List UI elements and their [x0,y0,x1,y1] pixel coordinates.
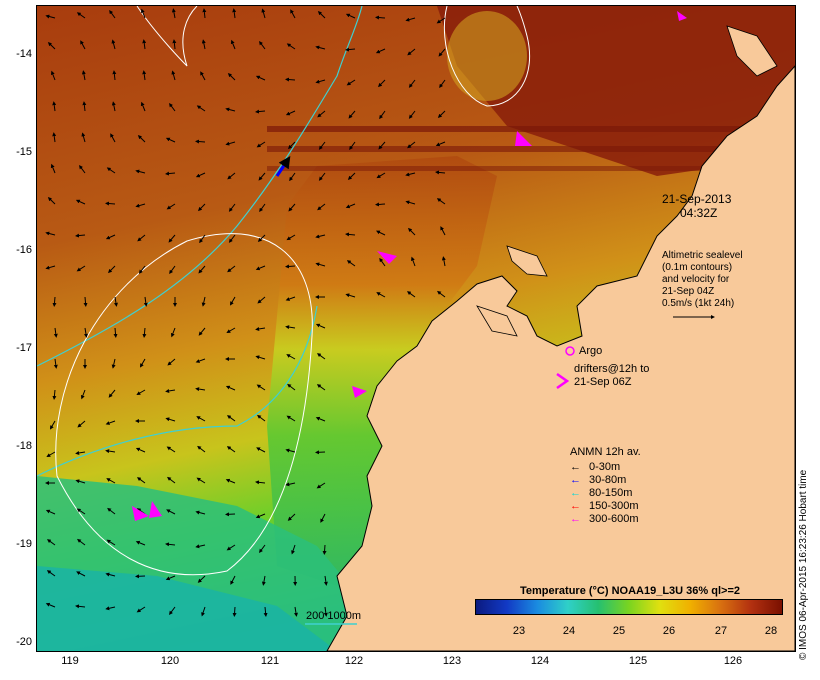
datetime-time-label: 04:32Z [680,206,718,220]
drifters-label: drifters@12h to [574,363,650,375]
legend-label: 300-600m [589,513,639,525]
colorbar-tick-label: 27 [714,625,728,637]
anmn-legend-title: ANMN 12h av. [570,446,641,458]
bathymetry-label: 200 1000m [306,610,362,622]
legend-arrow-icon: ← [570,513,581,525]
sst-map [36,5,796,652]
legend-arrow-icon: ← [570,474,581,486]
velocity-arrow [105,201,116,206]
altimetry-note-line: (0.1m contours) [662,262,733,273]
legend-label: 30-80m [589,474,627,486]
velocity-arrow [285,264,296,269]
altimetry-note-line: 0.5m/s (1kt 24h) [662,298,735,309]
credit-text: © IMOS 06-Apr-2015 16:23:26 Hobart time [798,469,809,660]
sst-warm-patch [447,11,527,101]
sst-map-canvas [37,6,795,651]
anmn-legend-item: ← 80-150m [570,487,632,499]
velocity-arrow [285,77,296,82]
velocity-arrow [83,296,88,307]
argo-label: Argo [579,345,603,357]
colorbar [475,599,783,615]
velocity-arrow [52,296,57,307]
anmn-legend-item: ← 150-300m [570,500,639,512]
lon-tick-label: 126 [723,655,743,667]
colorbar-tick-label: 28 [764,625,778,637]
lon-tick-label: 120 [160,655,180,667]
velocity-arrow [113,327,118,338]
lat-tick-label: -15 [16,146,32,158]
velocity-arrow [375,15,386,20]
anmn-legend-item: ← 30-80m [570,474,626,486]
legend-arrow-icon: ← [570,487,581,499]
lon-tick-label: 123 [442,655,462,667]
anmn-legend-item: ← 300-600m [570,513,639,525]
legend-label: 150-300m [589,500,639,512]
colorbar-tick-label: 24 [562,625,576,637]
altimetry-note-line: and velocity for [662,274,730,285]
altimetry-note-line: 21-Sep 04Z [662,286,715,297]
datetime-label: 21-Sep-2013 [662,192,732,206]
velocity-arrow [375,202,386,207]
colorbar-tick-label: 26 [662,625,676,637]
lat-tick-label: -16 [16,244,32,256]
altimetry-note-line: Altimetric sealevel [662,250,743,261]
velocity-arrow [322,544,327,555]
swath-stripe [267,126,795,132]
lon-tick-label: 119 [61,655,79,667]
colorbar-tick-label: 25 [612,625,626,637]
lon-tick-label: 124 [530,655,550,667]
colorbar-tick-label: 23 [512,625,526,637]
legend-label: 0-30m [589,461,621,473]
lat-tick-label: -17 [16,342,32,354]
lon-tick-label: 125 [628,655,648,667]
colorbar-title: Temperature (°C) NOAA19_L3U 36% ql>=2 [520,585,740,597]
anmn-legend-item: ← 0-30m [570,461,620,473]
lon-tick-label: 121 [260,655,280,667]
velocity-arrow [195,139,206,144]
lat-tick-label: -20 [16,636,32,648]
velocity-arrow [232,606,237,617]
lat-tick-label: -19 [16,538,32,550]
lat-tick-label: -18 [16,440,32,452]
legend-arrow-icon: ← [570,500,581,512]
lat-tick-label: -14 [16,48,32,60]
drifters-time-label: 21-Sep 06Z [574,376,632,388]
legend-arrow-icon: ← [570,461,581,473]
lon-tick-label: 122 [344,655,364,667]
legend-label: 80-150m [589,487,633,499]
